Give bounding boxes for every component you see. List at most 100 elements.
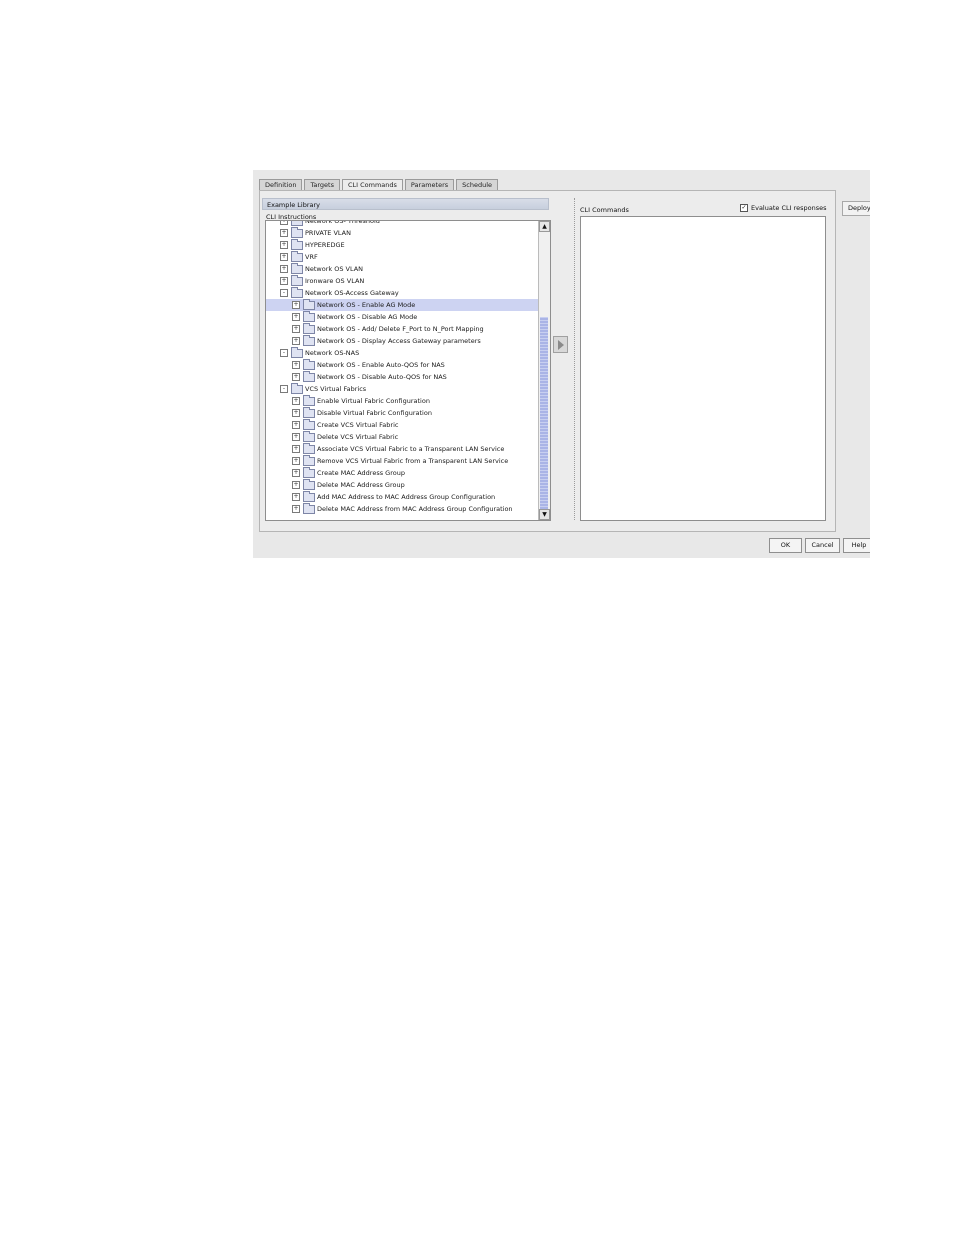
ok-button[interactable]: OK [769,538,802,553]
expand-icon[interactable]: + [280,265,288,273]
expand-icon[interactable]: + [292,409,300,417]
expand-icon[interactable]: + [292,433,300,441]
tree-item[interactable]: + Associate VCS Virtual Fabric to a Trans… [266,443,538,455]
example-library-panel: Example Library CLI Instructions + Networ… [262,198,551,521]
expand-icon[interactable]: + [292,445,300,453]
expand-icon[interactable]: + [292,337,300,345]
example-library-header: Example Library [262,198,549,210]
expand-icon[interactable]: + [292,301,300,309]
tree-item[interactable]: + Network OS - Enable AG Mode [266,299,538,311]
add-to-commands-button[interactable] [553,336,568,353]
tree-item-label: Disable Virtual Fabric Configuration [317,409,432,417]
folder-icon [303,491,315,502]
folder-icon [303,407,315,418]
tree-scrollbar[interactable]: ▲ ▼ [538,221,550,520]
tree-item[interactable]: + Enable Virtual Fabric Configuration [266,395,538,407]
expand-icon[interactable]: + [280,277,288,285]
tree-item-label: Network OS-Access Gateway [305,289,399,297]
collapse-icon[interactable]: - [280,385,288,393]
cancel-button[interactable]: Cancel [805,538,840,553]
expand-icon[interactable]: + [292,481,300,489]
expand-icon[interactable]: + [292,325,300,333]
tree-item-label: Network OS-NAS [305,349,360,357]
tree-item[interactable]: + Delete MAC Address from MAC Address Gro… [266,503,538,515]
scroll-thumb[interactable] [540,317,548,512]
scroll-up-icon[interactable]: ▲ [539,221,550,232]
tree-item-label: Network OS VLAN [305,265,364,273]
folder-icon [291,263,303,274]
tree-item[interactable]: + Disable Virtual Fabric Configuration [266,407,538,419]
expand-icon[interactable]: + [292,373,300,381]
cli-instructions-tree[interactable]: + Network OS- Threshold + PRIVATE VLAN + HYPE… [265,220,551,521]
help-button[interactable]: Help [843,538,870,553]
folder-icon [303,323,315,334]
folder-icon [303,299,315,310]
tree-item[interactable]: + Create MAC Address Group [266,467,538,479]
cli-template-dialog: Definition Targets CLI Commands Paramete… [253,170,870,558]
tree-item[interactable]: + Network OS - Disable Auto-QOS for NAS [266,371,538,383]
folder-icon [303,503,315,514]
folder-icon [303,395,315,406]
tree-item[interactable]: + Ironware OS VLAN [266,275,538,287]
collapse-icon[interactable]: - [280,349,288,357]
expand-icon[interactable]: + [292,469,300,477]
tree-item-label: Create MAC Address Group [317,469,405,477]
evaluate-checkbox[interactable]: ✓ [740,204,748,212]
folder-icon [303,479,315,490]
tree-item[interactable]: + Delete VCS Virtual Fabric [266,431,538,443]
tree-item[interactable]: + Network OS - Add/ Delete F_Port to N_Po… [266,323,538,335]
expand-icon[interactable]: + [280,221,288,225]
tree-item[interactable]: + Network OS- Threshold [266,220,538,227]
expand-icon[interactable]: + [292,505,300,513]
tree-item-label: Network OS - Enable AG Mode [317,301,416,309]
expand-icon[interactable]: + [292,361,300,369]
folder-icon [291,239,303,250]
tree-item-label: VRF [305,253,318,261]
tree-item[interactable]: + Delete MAC Address Group [266,479,538,491]
expand-icon[interactable]: + [292,397,300,405]
folder-icon [303,467,315,478]
tree-item[interactable]: + Network OS - Display Access Gateway par… [266,335,538,347]
tree-item[interactable]: + Create VCS Virtual Fabric [266,419,538,431]
tree-item[interactable]: + Network OS - Enable Auto-QOS for NAS [266,359,538,371]
tree-item-label: Enable Virtual Fabric Configuration [317,397,430,405]
tree-item-label: Ironware OS VLAN [305,277,365,285]
tree-item-label: Associate VCS Virtual Fabric to a Transp… [317,445,505,453]
expand-icon[interactable]: + [280,229,288,237]
deploy-button[interactable]: Deploy [842,201,870,216]
scroll-down-icon[interactable]: ▼ [539,509,550,520]
folder-icon [291,227,303,238]
panel-divider[interactable] [574,198,576,520]
tree-item[interactable]: - Network OS-NAS [266,347,538,359]
tree-item[interactable]: + PRIVATE VLAN [266,227,538,239]
tree-item-label: Network OS - Add/ Delete F_Port to N_Por… [317,325,484,333]
expand-icon[interactable]: + [280,253,288,261]
tree-item[interactable]: + HYPEREDGE [266,239,538,251]
tree-item[interactable]: + Add MAC Address to MAC Address Group Co… [266,491,538,503]
folder-icon [303,311,315,322]
collapse-icon[interactable]: - [280,289,288,297]
expand-icon[interactable]: + [280,241,288,249]
expand-icon[interactable]: + [292,313,300,321]
tree-item[interactable]: + VRF [266,251,538,263]
tree-item[interactable]: + Remove VCS Virtual Fabric from a Transp… [266,455,538,467]
folder-icon [303,443,315,454]
folder-icon [303,335,315,346]
evaluate-cli-responses[interactable]: ✓ Evaluate CLI responses [740,204,827,212]
tree-item-label: Network OS- Threshold [305,220,380,225]
cli-commands-editor[interactable] [580,216,826,521]
expand-icon[interactable]: + [292,457,300,465]
expand-icon[interactable]: + [292,493,300,501]
tree-item-label: Network OS - Enable Auto-QOS for NAS [317,361,445,369]
tree-item-label: VCS Virtual Fabrics [305,385,367,393]
tree-item-label: Network OS - Disable Auto-QOS for NAS [317,373,447,381]
tree-item[interactable]: - VCS Virtual Fabrics [266,383,538,395]
folder-icon [291,275,303,286]
tree-item[interactable]: - Network OS-Access Gateway [266,287,538,299]
folder-icon [303,431,315,442]
expand-icon[interactable]: + [292,421,300,429]
tree-item[interactable]: + Network OS - Disable AG Mode [266,311,538,323]
folder-icon [303,371,315,382]
folder-icon [291,347,303,358]
tree-item[interactable]: + Network OS VLAN [266,263,538,275]
